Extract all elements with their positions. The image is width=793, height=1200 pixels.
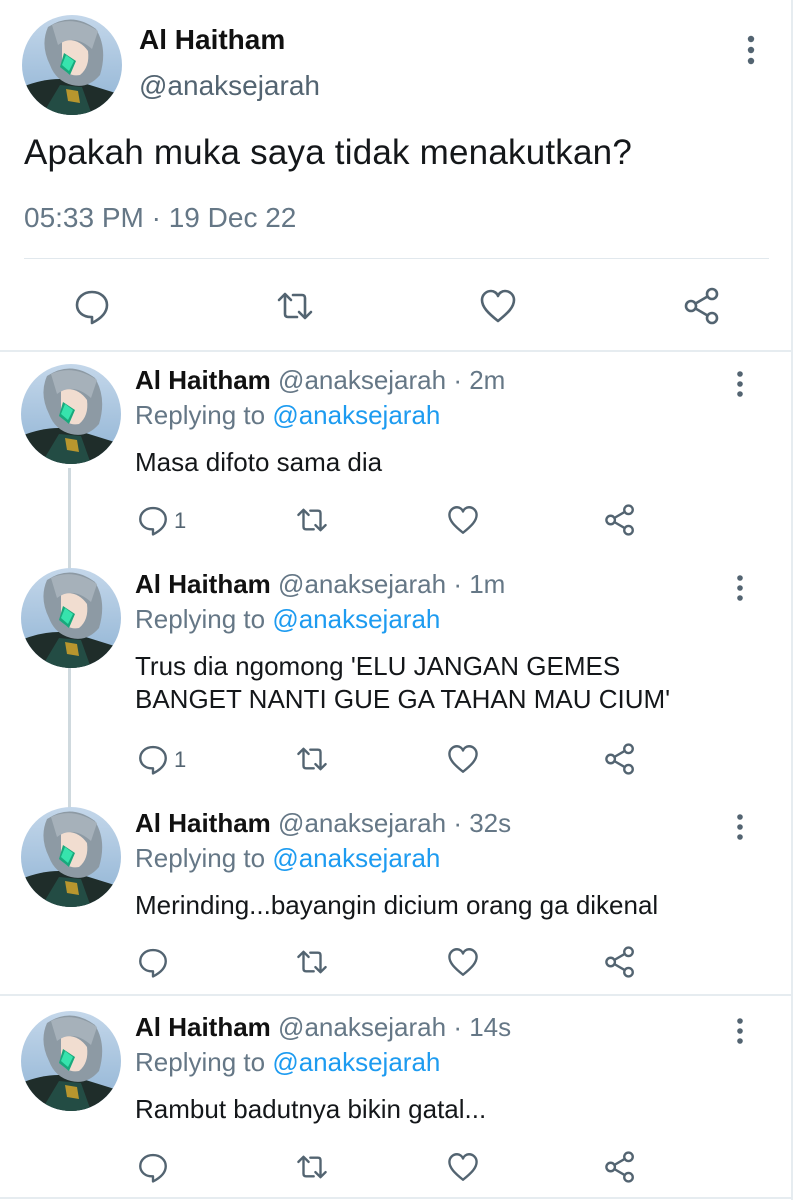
replying-to: Replying to @anaksejarah: [135, 1047, 440, 1078]
reply-header: Al Haitham @anaksejarah · 14s: [135, 1012, 511, 1043]
replying-to: Replying to @anaksejarah: [135, 604, 440, 635]
avatar[interactable]: [21, 1011, 121, 1111]
replying-to: Replying to @anaksejarah: [135, 843, 440, 874]
tweet-text: Apakah muka saya tidak menakutkan?: [24, 133, 632, 172]
divider: [24, 258, 769, 259]
tweet-age: · 32s: [453, 808, 512, 838]
replying-to-label: Replying to: [135, 400, 273, 430]
reply-count: 1: [174, 747, 187, 772]
author-handle[interactable]: @anaksejarah: [278, 365, 446, 395]
author-name[interactable]: Al Haitham: [135, 569, 271, 599]
tweet-timestamp[interactable]: 05:33 PM · 19 Dec 22: [24, 202, 296, 234]
share-icon[interactable]: [603, 1150, 637, 1184]
retweet-icon[interactable]: [295, 945, 329, 979]
replying-to-link[interactable]: @anaksejarah: [272, 400, 440, 430]
more-vertical-icon[interactable]: [727, 1015, 753, 1047]
retweet-icon[interactable]: [275, 286, 315, 326]
replying-to-link[interactable]: @anaksejarah: [272, 843, 440, 873]
reply-separator: [0, 1197, 791, 1199]
replying-to-label: Replying to: [135, 604, 273, 634]
author-name[interactable]: Al Haitham: [135, 365, 271, 395]
reply-text-line: Trus dia ngomong 'ELU JANGAN GEMES: [135, 651, 621, 681]
retweet-icon[interactable]: [295, 503, 329, 537]
reply-tweet[interactable]: Al Haitham @anaksejarah · 2m Replying to…: [0, 364, 791, 554]
author-name[interactable]: Al Haitham: [135, 808, 271, 838]
avatar[interactable]: [22, 15, 122, 115]
tweet-age: · 2m: [453, 365, 506, 395]
author-name[interactable]: Al Haitham: [135, 1012, 271, 1042]
retweet-icon[interactable]: [295, 1150, 329, 1184]
share-icon[interactable]: [603, 742, 637, 776]
more-vertical-icon[interactable]: [727, 572, 753, 604]
replying-to: Replying to @anaksejarah: [135, 400, 440, 431]
reply-text: Merinding...bayangin dicium orang ga dik…: [135, 890, 659, 920]
heart-icon[interactable]: [446, 945, 480, 979]
reply-header: Al Haitham @anaksejarah · 2m: [135, 365, 505, 396]
comment-icon[interactable]: [72, 286, 112, 326]
share-icon[interactable]: [603, 945, 637, 979]
reply-header: Al Haitham @anaksejarah · 32s: [135, 808, 511, 839]
reply-tweet[interactable]: Al Haitham @anaksejarah · 32s Replying t…: [0, 807, 791, 987]
replying-to-link[interactable]: @anaksejarah: [272, 604, 440, 634]
retweet-icon[interactable]: [295, 742, 329, 776]
comment-icon[interactable]: [136, 1150, 170, 1184]
reply-text-line: BANGET NANTI GUE GA TAHAN MAU CIUM': [135, 684, 671, 714]
author-handle[interactable]: @anaksejarah: [278, 569, 446, 599]
reply-text: Masa difoto sama dia: [135, 447, 383, 477]
replying-to-link[interactable]: @anaksejarah: [272, 1047, 440, 1077]
heart-icon[interactable]: [478, 286, 518, 326]
author-name[interactable]: Al Haitham: [139, 24, 285, 56]
comment-icon[interactable]: [136, 503, 170, 537]
reply-tweet[interactable]: Al Haitham @anaksejarah · 1m Replying to…: [0, 568, 791, 798]
reply-count: 1: [174, 508, 187, 533]
section-separator: [0, 350, 791, 352]
more-vertical-icon[interactable]: [727, 811, 753, 843]
replying-to-label: Replying to: [135, 1047, 273, 1077]
avatar[interactable]: [21, 568, 121, 668]
author-handle[interactable]: @anaksejarah: [278, 808, 446, 838]
tweet-age: · 1m: [453, 569, 506, 599]
avatar[interactable]: [21, 364, 121, 464]
reply-separator: [0, 994, 791, 996]
avatar[interactable]: [21, 807, 121, 907]
more-vertical-icon[interactable]: [736, 30, 766, 70]
share-icon[interactable]: [682, 286, 722, 326]
tweet-age: · 14s: [453, 1012, 512, 1042]
author-handle[interactable]: @anaksejarah: [278, 1012, 446, 1042]
reply-tweet[interactable]: Al Haitham @anaksejarah · 14s Replying t…: [0, 1011, 791, 1196]
reply-header: Al Haitham @anaksejarah · 1m: [135, 569, 505, 600]
author-handle[interactable]: @anaksejarah: [139, 70, 320, 102]
main-tweet: Al Haitham @anaksejarah Apakah muka saya…: [0, 0, 791, 352]
heart-icon[interactable]: [446, 503, 480, 537]
reply-text: Trus dia ngomong 'ELU JANGAN GEMES BANGE…: [135, 650, 755, 716]
reply-text: Rambut badutnya bikin gatal...: [135, 1094, 487, 1124]
heart-icon[interactable]: [446, 1150, 480, 1184]
heart-icon[interactable]: [446, 742, 480, 776]
share-icon[interactable]: [603, 503, 637, 537]
comment-icon[interactable]: [136, 742, 170, 776]
comment-icon[interactable]: [136, 945, 170, 979]
more-vertical-icon[interactable]: [727, 368, 753, 400]
replying-to-label: Replying to: [135, 843, 273, 873]
